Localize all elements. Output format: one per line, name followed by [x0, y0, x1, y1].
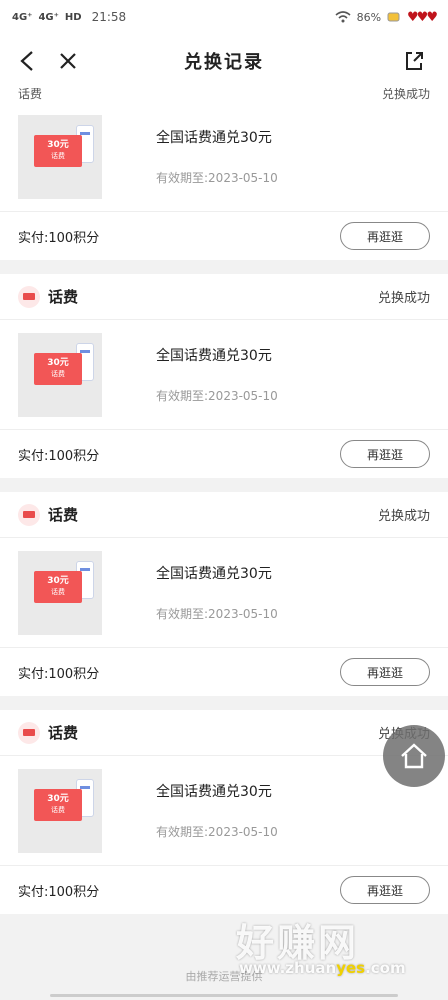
- revisit-button[interactable]: 再逛逛: [340, 876, 430, 904]
- recharge-ticket: 30元 话费: [34, 570, 82, 603]
- gesture-bar: [50, 994, 398, 997]
- merchant-name: 话费: [48, 288, 79, 306]
- partial-card-header: 话费 兑换成功: [0, 88, 448, 102]
- product-info: 全国话费通兑30元 有效期至:2023-05-10: [156, 345, 278, 404]
- home-icon: [401, 743, 427, 769]
- merchant-name: 话费: [48, 506, 79, 524]
- recharge-ticket: 30元 话费: [34, 788, 82, 821]
- battery-level: 86%: [356, 10, 382, 24]
- product-name: 全国话费通兑30元: [156, 566, 272, 582]
- product-info: 全国话费通兑30元 有效期至:2023-05-10: [156, 781, 278, 840]
- paid-amount: 实付:100积分: [18, 230, 100, 246]
- phone-bill-logo-icon: [18, 503, 40, 526]
- product-thumbnail: 30元 话费: [18, 768, 102, 853]
- status-right: 86% ♥♥♥: [335, 9, 438, 25]
- recharge-ticket: 30元 话费: [34, 134, 82, 167]
- card-footer: 实付:100积分 再逛逛: [0, 866, 448, 914]
- nav-bar: 兑换记录: [0, 34, 448, 88]
- card-footer: 实付:100积分 再逛逛: [0, 430, 448, 478]
- card-footer: 实付:100积分 再逛逛: [0, 648, 448, 696]
- share-icon[interactable]: [394, 41, 434, 81]
- revisit-button[interactable]: 再逛逛: [340, 440, 430, 468]
- watermark-url: www.zhuanyes.com: [239, 959, 406, 977]
- card-body[interactable]: 30元 话费 全国话费通兑30元 有效期至:2023-05-10: [0, 538, 448, 648]
- product-info: 全国话费通兑30元 有效期至:2023-05-10: [156, 127, 278, 186]
- record-card: 话费 兑换成功 30元话费 全国话费通兑30元 有效期至:2023-05-10 …: [0, 492, 448, 696]
- hearts-icon: ♥♥♥: [407, 9, 438, 25]
- product-name: 全国话费通兑30元: [156, 348, 272, 364]
- product-thumbnail: 30元 话费: [18, 114, 102, 199]
- phone-bill-logo-icon: [18, 721, 40, 744]
- close-icon[interactable]: [48, 41, 88, 81]
- card-header: 话费 兑换成功: [0, 492, 448, 538]
- paid-amount: 实付:100积分: [18, 666, 100, 682]
- paid-amount: 实付:100积分: [18, 448, 100, 464]
- signal-indicator-1: 4G⁺: [12, 11, 33, 23]
- product-thumbnail: 30元 话费: [18, 550, 102, 635]
- card-header: 话费 兑换成功: [0, 274, 448, 320]
- home-float-button[interactable]: [383, 725, 445, 787]
- status-text: 兑换成功: [377, 509, 430, 524]
- partial-card-status: 兑换成功: [381, 88, 430, 101]
- status-text: 兑换成功: [377, 291, 430, 306]
- back-arrow-icon[interactable]: [8, 41, 48, 81]
- record-card: 话费 兑换成功 30元话费 全国话费通兑30元 有效期至:2023-05-10 …: [0, 274, 448, 478]
- status-bar: 4G⁺ 4G⁺ HD 21:58 86% ♥♥♥: [0, 0, 448, 34]
- valid-date: 有效期至:2023-05-10: [156, 607, 278, 621]
- valid-date: 有效期至:2023-05-10: [156, 825, 278, 839]
- valid-date: 有效期至:2023-05-10: [156, 389, 278, 403]
- revisit-button[interactable]: 再逛逛: [340, 222, 430, 250]
- battery-icon: [387, 12, 400, 22]
- status-time: 21:58: [91, 10, 127, 24]
- card-body[interactable]: 30元 话费 全国话费通兑30元 有效期至:2023-05-10: [0, 102, 448, 212]
- partial-merchant-name: 话费: [18, 88, 43, 101]
- paid-amount: 实付:100积分: [18, 884, 100, 900]
- signal-indicator-2: 4G⁺: [38, 11, 59, 23]
- hd-indicator: HD: [64, 11, 82, 23]
- phone-bill-logo-icon: [18, 285, 40, 308]
- record-card: 话费 兑换成功 30元话费 全国话费通兑30元 有效期至:2023-05-10 …: [0, 710, 448, 914]
- merchant-name: 话费: [48, 724, 79, 742]
- card-footer: 实付:100积分 再逛逛: [0, 212, 448, 260]
- product-thumbnail: 30元 话费: [18, 332, 102, 417]
- record-list: 话费 兑换成功 30元 话费 全国话费通兑30元 有效期至:2023-05-10 …: [0, 88, 448, 928]
- product-name: 全国话费通兑30元: [156, 784, 272, 800]
- revisit-button[interactable]: 再逛逛: [340, 658, 430, 686]
- card-header: 话费 兑换成功: [0, 710, 448, 756]
- status-left: 4G⁺ 4G⁺ HD 21:58: [12, 10, 126, 24]
- valid-date: 有效期至:2023-05-10: [156, 171, 278, 185]
- card-body[interactable]: 30元 话费 全国话费通兑30元 有效期至:2023-05-10: [0, 320, 448, 430]
- recharge-ticket: 30元 话费: [34, 352, 82, 385]
- product-name: 全国话费通兑30元: [156, 130, 272, 146]
- card-body[interactable]: 30元 话费 全国话费通兑30元 有效期至:2023-05-10: [0, 756, 448, 866]
- record-card: 30元 话费 全国话费通兑30元 有效期至:2023-05-10 实付:100积分…: [0, 102, 448, 260]
- wifi-icon: [335, 11, 351, 23]
- product-info: 全国话费通兑30元 有效期至:2023-05-10: [156, 563, 278, 622]
